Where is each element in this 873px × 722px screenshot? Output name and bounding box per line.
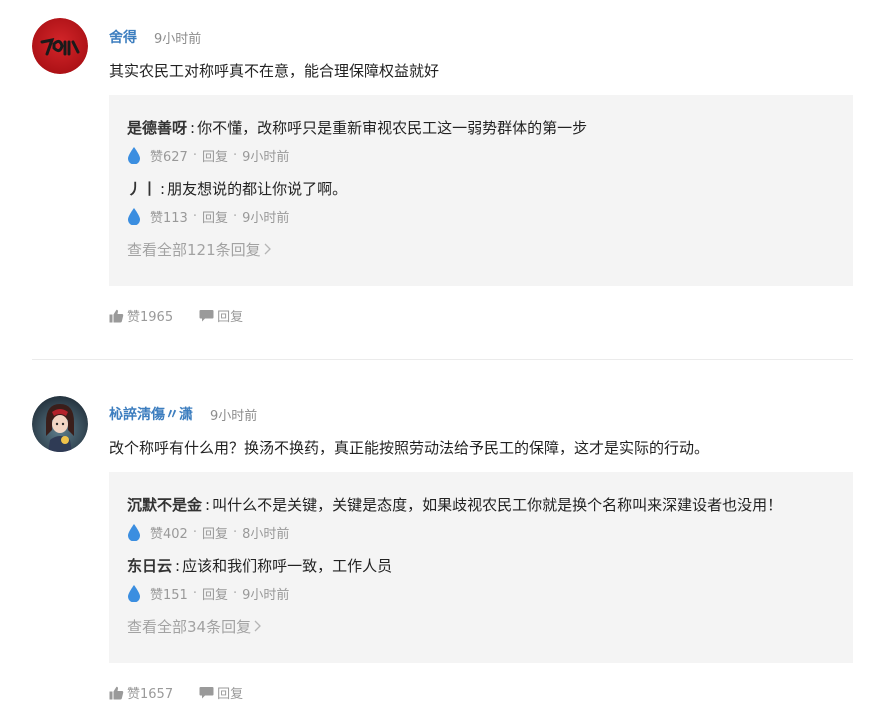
comment-meta: 杺誶淸傷〃潇 9小时前 — [109, 404, 257, 424]
view-all-replies-link[interactable]: 查看全部34条回复 — [127, 616, 262, 637]
water-drop-icon[interactable] — [127, 523, 141, 541]
author-name[interactable]: 杺誶淸傷〃潇 — [109, 404, 193, 424]
comment-item: 杺誶淸傷〃潇 9小时前 改个称呼有什么用？换汤不换药，真正能按照劳动法给予民工的… — [0, 0, 873, 702]
thumbs-up-icon — [109, 686, 124, 699]
reply-time: 9小时前 — [242, 587, 290, 603]
separator-dot: · — [232, 585, 238, 601]
anime-girl-avatar-icon — [32, 396, 88, 452]
reply-text: 应该和我们称呼一致，工作人员 — [182, 557, 393, 575]
reply-colon: : — [205, 496, 211, 514]
reply-text: 叫什么不是关键，关键是态度，如果歧视农民工你就是换个名称叫来深建设者也没用！ — [212, 496, 783, 514]
separator-dot: · — [192, 524, 197, 540]
separator-dot: · — [192, 585, 197, 601]
reply-colon: : — [175, 557, 181, 575]
reply-button[interactable]: 回复 — [202, 584, 228, 603]
like-button[interactable]: 赞1657 — [109, 683, 173, 702]
comment-text: 改个称呼有什么用？换汤不换药，真正能按照劳动法给予民工的保障，这才是实际的行动。 — [109, 439, 710, 457]
reply-action-button[interactable]: 回复 — [199, 683, 243, 702]
reply-button[interactable]: 回复 — [202, 523, 228, 542]
reply-item: 东日云: 应该和我们称呼一致，工作人员 赞151 · 回复 · 9小时前 — [127, 555, 393, 603]
avatar[interactable] — [32, 396, 88, 452]
like-count: 赞1657 — [127, 687, 174, 702]
comment-actions: 赞1657 回复 — [109, 683, 243, 702]
separator-dot: · — [232, 524, 238, 540]
comment-time: 9小时前 — [210, 408, 258, 424]
reply-user[interactable]: 沉默不是金 — [127, 496, 202, 514]
water-drop-icon[interactable] — [127, 584, 141, 602]
reply-action-label: 回复 — [217, 687, 244, 702]
comment-divider — [32, 359, 853, 360]
reply-item: 沉默不是金: 叫什么不是关键，关键是态度，如果歧视农民工你就是换个名称叫来深建设者… — [127, 494, 783, 542]
speech-bubble-icon — [199, 687, 214, 699]
chevron-right-icon — [254, 620, 262, 632]
reply-like-count[interactable]: 赞151 — [150, 584, 188, 603]
reply-user[interactable]: 东日云 — [127, 557, 172, 575]
reply-like-count[interactable]: 赞402 — [150, 523, 188, 542]
view-all-label: 查看全部34条回复 — [127, 618, 252, 636]
reply-time: 8小时前 — [242, 526, 290, 542]
reply-box: 沉默不是金: 叫什么不是关键，关键是态度，如果歧视农民工你就是换个名称叫来深建设者… — [109, 472, 853, 663]
